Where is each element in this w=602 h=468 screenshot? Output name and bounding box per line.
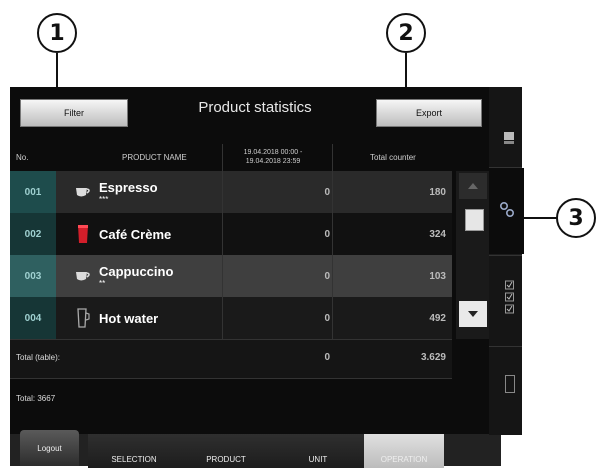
column-header-date-range: 19.04.2018 00:00 - 19.04.2018 23:59 [223, 144, 323, 170]
device-screen: Filter Product statistics Export No. PRO… [10, 87, 501, 468]
espresso-cup-icon [72, 171, 94, 213]
tab-product[interactable]: PRODUCT [180, 434, 272, 468]
total-count: 324 [429, 228, 446, 240]
table-row[interactable]: 001 Espresso *** 0 180 [10, 171, 452, 213]
period-count: 0 [324, 228, 330, 240]
callout-3: 3 [556, 198, 596, 238]
sidebar-item-checklist[interactable] [489, 255, 522, 346]
product-name-cell: Hot water [99, 297, 229, 339]
filter-button[interactable]: Filter [20, 99, 128, 127]
machine-icon [504, 131, 514, 144]
product-name-cell: Espresso *** [99, 171, 229, 213]
device-icon [505, 375, 515, 393]
date-range-start: 19.04.2018 00:00 - [243, 149, 303, 156]
tab-unit[interactable]: UNIT [272, 434, 364, 468]
scrollbar[interactable] [456, 171, 490, 339]
product-name: Hot water [99, 310, 159, 326]
period-count: 0 [324, 186, 330, 198]
scroll-thumb[interactable] [465, 209, 484, 231]
table-row[interactable]: 003 Cappuccino ** 0 103 [10, 255, 452, 297]
callout-1: 1 [37, 13, 77, 53]
date-range-end: 19.04.2018 23:59 [245, 158, 301, 165]
product-name: Café Crème [99, 226, 172, 242]
logout-button[interactable]: Logout [20, 430, 79, 466]
row-number: 002 [10, 213, 56, 255]
right-sidebar [489, 87, 524, 435]
red-mug-icon [72, 213, 94, 255]
total-all-row: Total: 3667 [10, 378, 452, 419]
sidebar-item-device[interactable] [489, 346, 522, 435]
column-header-product-name: PRODUCT NAME [122, 152, 187, 162]
product-name-cell: Cappuccino ** [99, 255, 229, 297]
period-count: 0 [324, 312, 330, 324]
cappuccino-cup-icon [72, 255, 94, 297]
row-number: 001 [10, 171, 56, 213]
total-count: 492 [429, 312, 446, 324]
export-button[interactable]: Export [376, 99, 482, 127]
table-row[interactable]: 002 Café Crème 0 324 [10, 213, 452, 255]
period-count: 0 [324, 270, 330, 282]
column-header-no: No. [16, 152, 29, 162]
callout-2: 2 [386, 13, 426, 53]
total-count: 103 [429, 270, 446, 282]
total-count: 180 [429, 186, 446, 198]
hot-water-glass-icon [72, 297, 94, 339]
total-table-period: 0 [324, 352, 330, 363]
product-name: Cappuccino [99, 264, 174, 279]
product-name: Espresso [99, 180, 158, 195]
table-row[interactable]: 004 Hot water 0 492 [10, 297, 452, 339]
scroll-up-button[interactable] [459, 173, 487, 199]
tab-operation[interactable]: OPERATION [364, 434, 444, 468]
product-name-cell: Café Crème [99, 213, 229, 255]
bottom-nav: Logout SELECTION PRODUCT UNIT OPERATION [10, 430, 501, 468]
total-table-row: Total (table): 0 3.629 [10, 339, 452, 378]
row-number: 003 [10, 255, 56, 297]
row-number: 004 [10, 297, 56, 339]
tab-selection[interactable]: SELECTION [88, 434, 180, 468]
sidebar-item-statistics[interactable] [489, 168, 524, 254]
total-table-counter: 3.629 [420, 352, 446, 363]
sidebar-item-machine[interactable] [489, 87, 522, 168]
scroll-down-button[interactable] [459, 301, 487, 327]
strength-indicator: ** [99, 279, 106, 288]
checklist-icon [505, 280, 514, 314]
total-all-label: Total: 3667 [16, 394, 56, 403]
strength-indicator: *** [99, 195, 109, 204]
page-title: Product statistics [198, 98, 312, 116]
statistics-gears-icon [499, 201, 515, 219]
column-header-total-counter: Total counter [370, 152, 416, 162]
total-table-label: Total (table): [16, 353, 61, 362]
